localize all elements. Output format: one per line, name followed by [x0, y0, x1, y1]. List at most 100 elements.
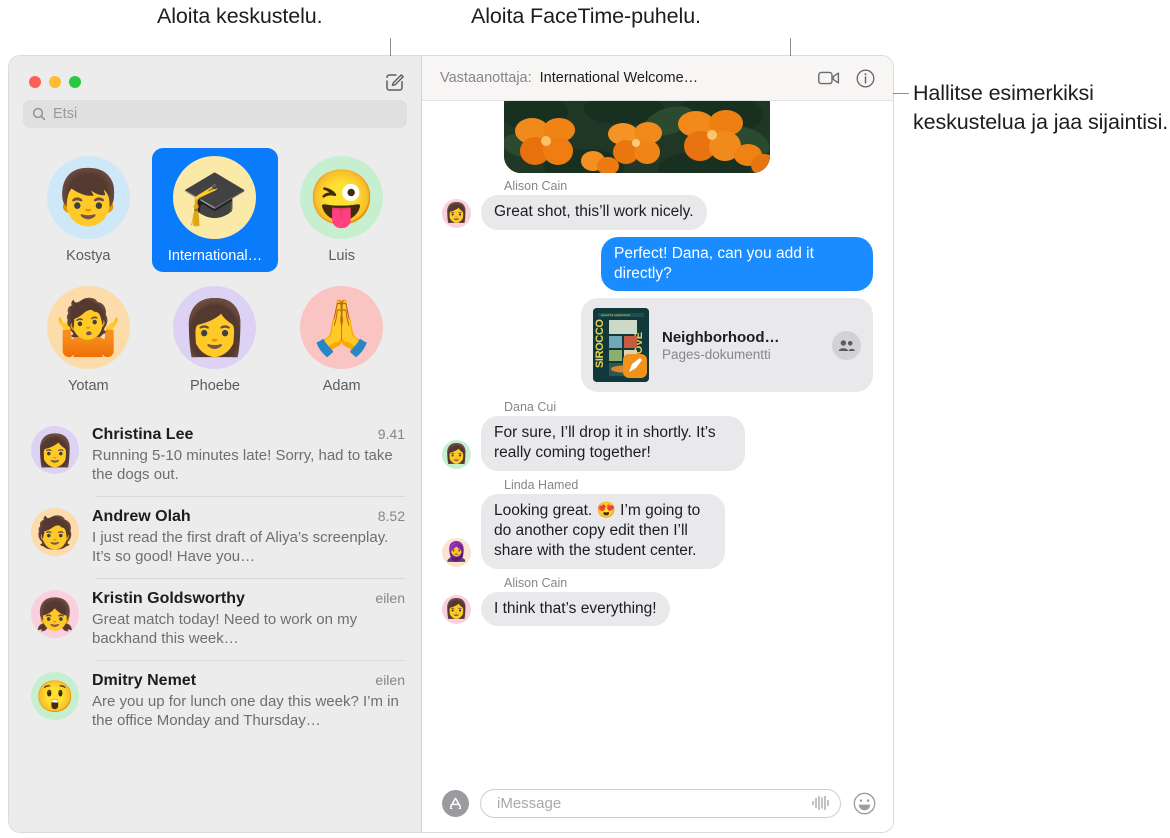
conversation-preview: Running 5-10 minutes late! Sorry, had to…: [92, 446, 405, 484]
shared-with-people-badge[interactable]: [832, 331, 861, 360]
conversation-preview: Great match today! Need to work on my ba…: [92, 610, 405, 648]
callout-info-label: Hallitse esimerkiksi keskustelua ja jaa …: [913, 79, 1170, 136]
avatar: 😲: [31, 672, 79, 720]
message-photo-attachment[interactable]: [504, 101, 770, 173]
avatar-emoji: 🧕: [445, 543, 469, 562]
conversation-timestamp: eilen: [375, 590, 405, 606]
svg-text:around the neighborhood: around the neighborhood: [601, 313, 631, 317]
avatar-emoji: 👦: [55, 171, 122, 225]
pinned-contact-international[interactable]: 🎓 International…: [152, 148, 279, 272]
conversation-list-item[interactable]: 👩 Christina Lee 9.41 Running 5-10 minute…: [9, 414, 421, 496]
avatar: 👩: [442, 440, 471, 469]
pinned-contact-kostya[interactable]: 👦 Kostya: [25, 148, 152, 272]
search-icon: [32, 107, 46, 121]
message-bubble: Looking great. 😍 I’m going to do another…: [481, 494, 725, 568]
message-row-incoming: 👩 For sure, I’ll drop it in shortly. It’…: [442, 416, 873, 471]
message-bubble: I think that’s everything!: [481, 592, 670, 627]
message-sender-name: Dana Cui: [504, 400, 873, 414]
message-input-wrap[interactable]: [480, 789, 841, 818]
avatar-emoji: 👩: [181, 301, 248, 355]
pinned-contact-luis[interactable]: 😜 Luis: [278, 148, 405, 272]
search-input[interactable]: Etsi: [23, 100, 407, 128]
maximize-button[interactable]: [69, 76, 81, 88]
recipient-label: Vastaanottaja:: [440, 70, 532, 86]
conversation-timestamp: eilen: [375, 672, 405, 688]
conversation-header-row: Christina Lee 9.41: [92, 426, 405, 444]
attachment-meta: Neighborhood… Pages-dokumentti: [662, 329, 819, 362]
conversation-preview: Are you up for lunch one day this week? …: [92, 692, 405, 730]
avatar: 🧕: [442, 538, 471, 567]
message-input[interactable]: [495, 794, 803, 813]
pinned-contacts-grid: 👦 Kostya 🎓 International… 😜 Luis 🤷 Yotam…: [9, 138, 421, 414]
callout-compose-label: Aloita keskustelu.: [157, 2, 323, 31]
message-thread: Alison Cain 👩 Great shot, this’ll work n…: [422, 101, 893, 774]
emoji-picker-button[interactable]: [852, 791, 877, 816]
video-camera-icon: [818, 70, 840, 86]
pinned-contact-yotam[interactable]: 🤷 Yotam: [25, 278, 152, 402]
conversation-name: Christina Lee: [92, 426, 193, 444]
attachment-title: Neighborhood…: [662, 329, 819, 346]
compose-new-message-button[interactable]: [381, 69, 407, 95]
message-bubble: For sure, I’ll drop it in shortly. It’s …: [481, 416, 745, 471]
conversation-list-item[interactable]: 😲 Dmitry Nemet eilen Are you up for lunc…: [9, 660, 421, 742]
conversation-list-item[interactable]: 🧑 Andrew Olah 8.52 I just read the first…: [9, 496, 421, 578]
conversation-preview: I just read the first draft of Aliya’s s…: [92, 528, 405, 566]
pinned-contact-label: Adam: [323, 378, 361, 394]
people-icon: [838, 339, 855, 352]
message-sender-name: Alison Cain: [504, 576, 873, 590]
conversation-header: Vastaanottaja: International Welcome…: [422, 56, 893, 101]
avatar-emoji: 🤷: [55, 301, 122, 355]
avatar-emoji: 😜: [308, 171, 375, 225]
avatar-emoji: 👩: [445, 600, 469, 619]
avatar-emoji: 👩: [36, 435, 75, 466]
app-store-icon: [447, 795, 464, 812]
message-row-incoming: 👩 I think that’s everything!: [442, 592, 873, 627]
pinned-contact-label: Yotam: [68, 378, 109, 394]
avatar-emoji: 😲: [36, 681, 75, 712]
search-placeholder-text: Etsi: [53, 106, 77, 122]
avatar-emoji: 👩: [445, 445, 469, 464]
audio-waveform-icon: [811, 795, 830, 811]
avatar: 👩: [442, 199, 471, 228]
pinned-contact-phoebe[interactable]: 👩 Phoebe: [152, 278, 279, 402]
info-circle-icon: [856, 69, 875, 88]
facetime-call-button[interactable]: [815, 64, 843, 92]
avatar-emoji: 🙏: [308, 301, 375, 355]
conversation-body: Dmitry Nemet eilen Are you up for lunch …: [92, 672, 405, 730]
imessage-apps-button[interactable]: [442, 790, 469, 817]
message-row-attachment: around the neighborhood SIROCCO GROVE: [442, 298, 873, 392]
message-sender-name: Alison Cain: [504, 179, 873, 193]
avatar: 😜: [300, 156, 383, 239]
close-button[interactable]: [29, 76, 41, 88]
minimize-button[interactable]: [49, 76, 61, 88]
conversation-list-item[interactable]: 👧 Kristin Goldsworthy eilen Great match …: [9, 578, 421, 660]
search-row: Etsi: [9, 100, 421, 138]
recipient-field[interactable]: International Welcome…: [540, 70, 807, 86]
conversation-body: Christina Lee 9.41 Running 5-10 minutes …: [92, 426, 405, 484]
avatar-emoji: 🎓: [181, 171, 248, 225]
conversation-body: Andrew Olah 8.52 I just read the first d…: [92, 508, 405, 566]
conversation-header-row: Kristin Goldsworthy eilen: [92, 590, 405, 608]
compose-icon: [384, 72, 405, 93]
emoji-smiley-icon: [853, 792, 876, 815]
conversation-details-button[interactable]: [851, 64, 879, 92]
pinned-contact-label: Luis: [328, 248, 355, 264]
pinned-contact-adam[interactable]: 🙏 Adam: [278, 278, 405, 402]
message-bubble: Perfect! Dana, can you add it directly?: [601, 237, 873, 292]
message-row-outgoing: Perfect! Dana, can you add it directly?: [442, 237, 873, 292]
window-titlebar: [9, 56, 421, 100]
document-thumbnail: around the neighborhood SIROCCO GROVE: [593, 308, 649, 382]
avatar: 🙏: [300, 286, 383, 369]
avatar: 🎓: [173, 156, 256, 239]
conversation-timestamp: 9.41: [378, 426, 405, 442]
avatar: 👦: [47, 156, 130, 239]
avatar: 🤷: [47, 286, 130, 369]
magazine-cover-thumbnail: around the neighborhood SIROCCO GROVE: [593, 308, 649, 382]
messages-window: Etsi 👦 Kostya 🎓 International… 😜 Luis 🤷: [9, 56, 893, 832]
audio-message-button[interactable]: [811, 795, 830, 811]
pages-document-attachment[interactable]: around the neighborhood SIROCCO GROVE: [581, 298, 873, 392]
pinned-contact-label: International…: [168, 248, 262, 264]
message-row-incoming: 👩 Great shot, this’ll work nicely.: [442, 195, 873, 230]
conversation-timestamp: 8.52: [378, 508, 405, 524]
attachment-subtitle: Pages-dokumentti: [662, 347, 819, 362]
